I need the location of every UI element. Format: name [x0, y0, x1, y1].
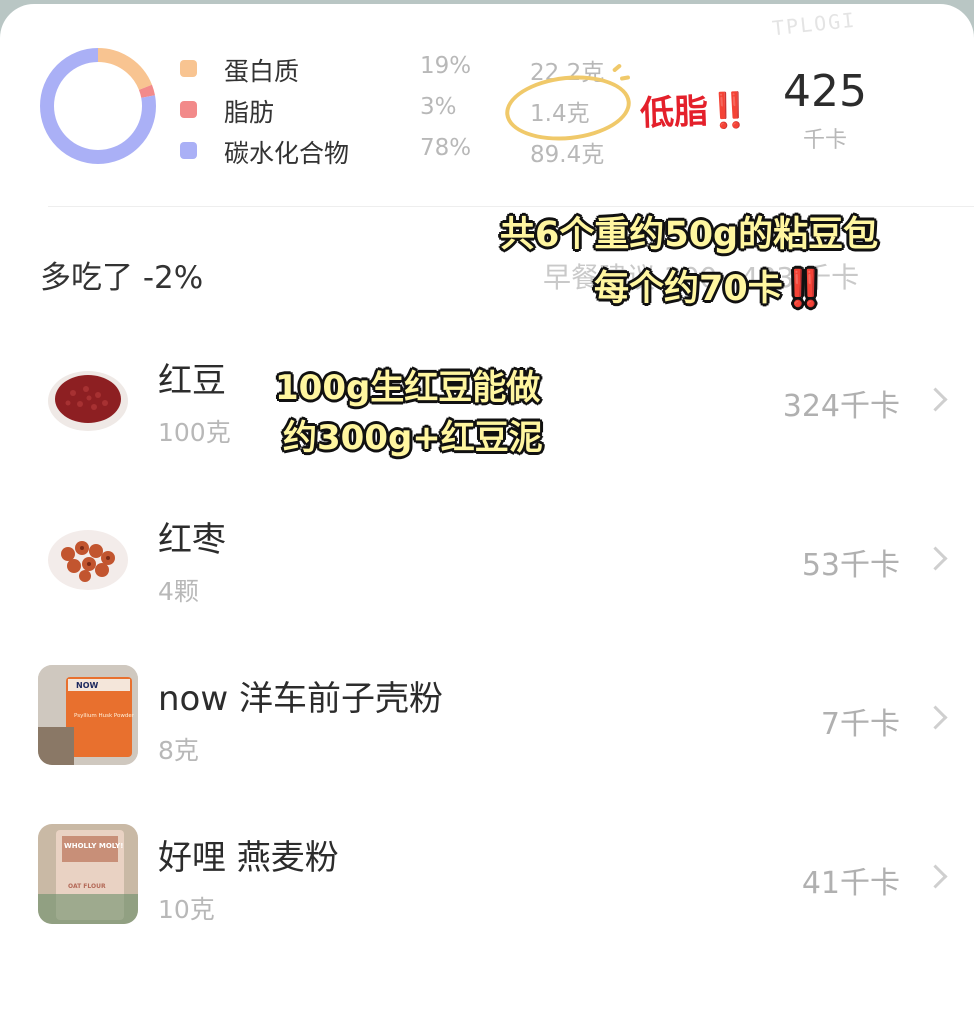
food-quantity: 4颗: [158, 577, 199, 606]
psyllium-powder-image: NOW Psyllium Husk Powder: [38, 665, 138, 765]
protein-color-dot: [180, 60, 197, 77]
red-bean-image: [38, 349, 138, 449]
oat-flour-image: WHOLLY MOLY! OAT FLOUR: [38, 824, 138, 924]
highlight-circle: [502, 69, 634, 147]
chevron-right-icon: [923, 387, 948, 412]
psyllium-product-label: Psyllium Husk Powder: [74, 713, 135, 719]
sparkle-mark: [619, 75, 631, 81]
bun-annotation-line2: 每个约70卡‼️: [594, 260, 826, 311]
food-quantity: 10克: [158, 895, 215, 924]
food-kcal: 324千卡: [782, 389, 900, 424]
bean-annotation-line1: 100g生红豆能做: [275, 368, 541, 408]
fat-color-dot: [180, 101, 197, 118]
sparkle-mark: [611, 63, 623, 73]
macro-name: 蛋白质: [224, 57, 300, 86]
macro-name: 碳水化合物: [224, 139, 350, 168]
food-row-red-date[interactable]: 红枣 4颗 53千卡: [0, 500, 974, 620]
food-row-psyllium[interactable]: NOW Psyllium Husk Powder now 洋车前子壳粉 8克 7…: [0, 659, 974, 779]
chevron-right-icon: [923, 864, 948, 889]
nutrition-card: TPLOGI 蛋白质 19% 22.2克 脂肪 3% 1.4克 碳水化合物 78…: [0, 4, 974, 1024]
food-name: now 洋车前子壳粉: [158, 679, 443, 719]
food-name: 好哩 燕麦粉: [158, 838, 339, 878]
food-kcal: 53千卡: [801, 548, 900, 583]
watermark: TPLOGI: [770, 7, 858, 41]
total-kcal-value: 425: [783, 66, 867, 117]
now-brand-label: NOW: [76, 681, 98, 690]
food-quantity: 100克: [158, 418, 231, 447]
macro-percent: 19%: [420, 53, 472, 79]
food-quantity: 8克: [158, 736, 199, 765]
low-fat-annotation: 低脂‼️: [639, 90, 752, 134]
food-row-oat-flour[interactable]: WHOLLY MOLY! OAT FLOUR 好哩 燕麦粉 10克 41千卡: [0, 818, 974, 938]
red-date-image: [38, 508, 138, 608]
carbs-color-dot: [180, 142, 197, 159]
exclamation-mark: ‼️: [782, 269, 827, 309]
food-kcal: 41千卡: [801, 866, 900, 901]
bean-annotation-line2: 约300g+红豆泥: [283, 418, 543, 458]
macro-percent: 78%: [420, 135, 472, 161]
food-kcal: 7千卡: [820, 707, 900, 742]
chevron-right-icon: [923, 705, 948, 730]
macro-percent: 3%: [420, 94, 457, 120]
wholly-brand-label: WHOLLY MOLY!: [64, 842, 123, 850]
total-kcal-unit: 千卡: [802, 128, 847, 153]
bun-annotation-line1: 共6个重约50g的粘豆包: [500, 215, 879, 255]
macro-name: 脂肪: [224, 98, 275, 127]
oat-product-label: OAT FLOUR: [68, 883, 106, 890]
bun-annotation-text: 每个约70卡: [594, 269, 783, 309]
food-name: 红豆: [158, 361, 226, 401]
chevron-right-icon: [923, 546, 948, 571]
food-name: 红枣: [158, 520, 226, 560]
over-eaten-text: 多吃了 -2%: [40, 260, 204, 296]
macro-donut-chart: [40, 48, 156, 164]
